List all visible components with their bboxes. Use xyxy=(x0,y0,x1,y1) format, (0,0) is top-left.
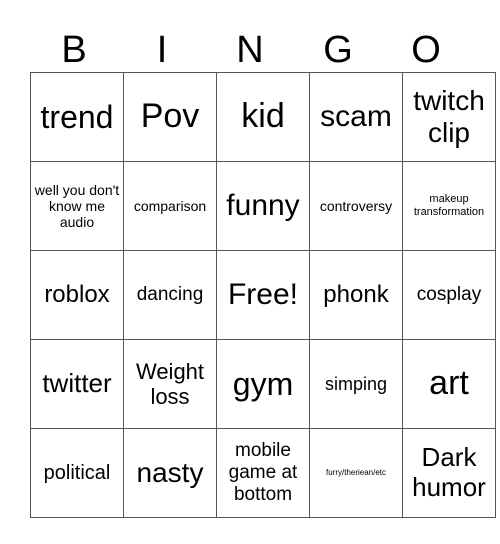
header-letter: O xyxy=(411,29,441,71)
bingo-cell[interactable]: roblox xyxy=(30,250,124,340)
bingo-cell[interactable]: controversy xyxy=(309,161,403,251)
bingo-cell[interactable]: Free! xyxy=(216,250,310,340)
header-letter: N xyxy=(236,29,264,71)
header-letter: I xyxy=(156,29,168,71)
bingo-cell[interactable]: trend xyxy=(30,72,124,162)
bingo-cell[interactable]: mobile game at bottom xyxy=(216,428,310,518)
bingo-cell[interactable]: twitch clip xyxy=(402,72,496,162)
bingo-cell[interactable]: simping xyxy=(309,339,403,429)
bingo-cell[interactable]: phonk xyxy=(309,250,403,340)
grid-row: trend Pov kid scam twitch clip xyxy=(30,72,496,162)
bingo-cell[interactable]: Dark humor xyxy=(402,428,496,518)
bingo-cell[interactable]: scam xyxy=(309,72,403,162)
bingo-cell[interactable]: kid xyxy=(216,72,310,162)
bingo-cell[interactable]: cosplay xyxy=(402,250,496,340)
bingo-cell[interactable]: funny xyxy=(216,161,310,251)
bingo-cell[interactable]: dancing xyxy=(123,250,217,340)
bingo-cell[interactable]: comparison xyxy=(123,161,217,251)
bingo-cell[interactable]: well you don't know me audio xyxy=(30,161,124,251)
bingo-cell[interactable]: twitter xyxy=(30,339,124,429)
grid-row: political nasty mobile game at bottom furry… xyxy=(30,428,496,518)
bingo-cell[interactable]: makeup transformation xyxy=(402,161,496,251)
grid-row: well you don't know me audio comparison fu… xyxy=(30,161,496,251)
bingo-cell[interactable]: nasty xyxy=(123,428,217,518)
bingo-cell[interactable]: gym xyxy=(216,339,310,429)
bingo-cell[interactable]: art xyxy=(402,339,496,429)
bingo-cell[interactable]: furry/theriean/etc xyxy=(309,428,403,518)
bingo-cell[interactable]: political xyxy=(30,428,124,518)
grid-row: twitter Weight loss gym simping art xyxy=(30,339,496,429)
header-letter: G xyxy=(323,29,353,71)
grid-row: roblox dancing Free! phonk cosplay xyxy=(30,250,496,340)
bingo-grid: trend Pov kid scam twitch clip well you don't… xyxy=(30,72,496,518)
bingo-header: B I N G O xyxy=(30,28,470,72)
bingo-cell[interactable]: Weight loss xyxy=(123,339,217,429)
bingo-cell[interactable]: Pov xyxy=(123,72,217,162)
header-letter: B xyxy=(61,29,87,71)
